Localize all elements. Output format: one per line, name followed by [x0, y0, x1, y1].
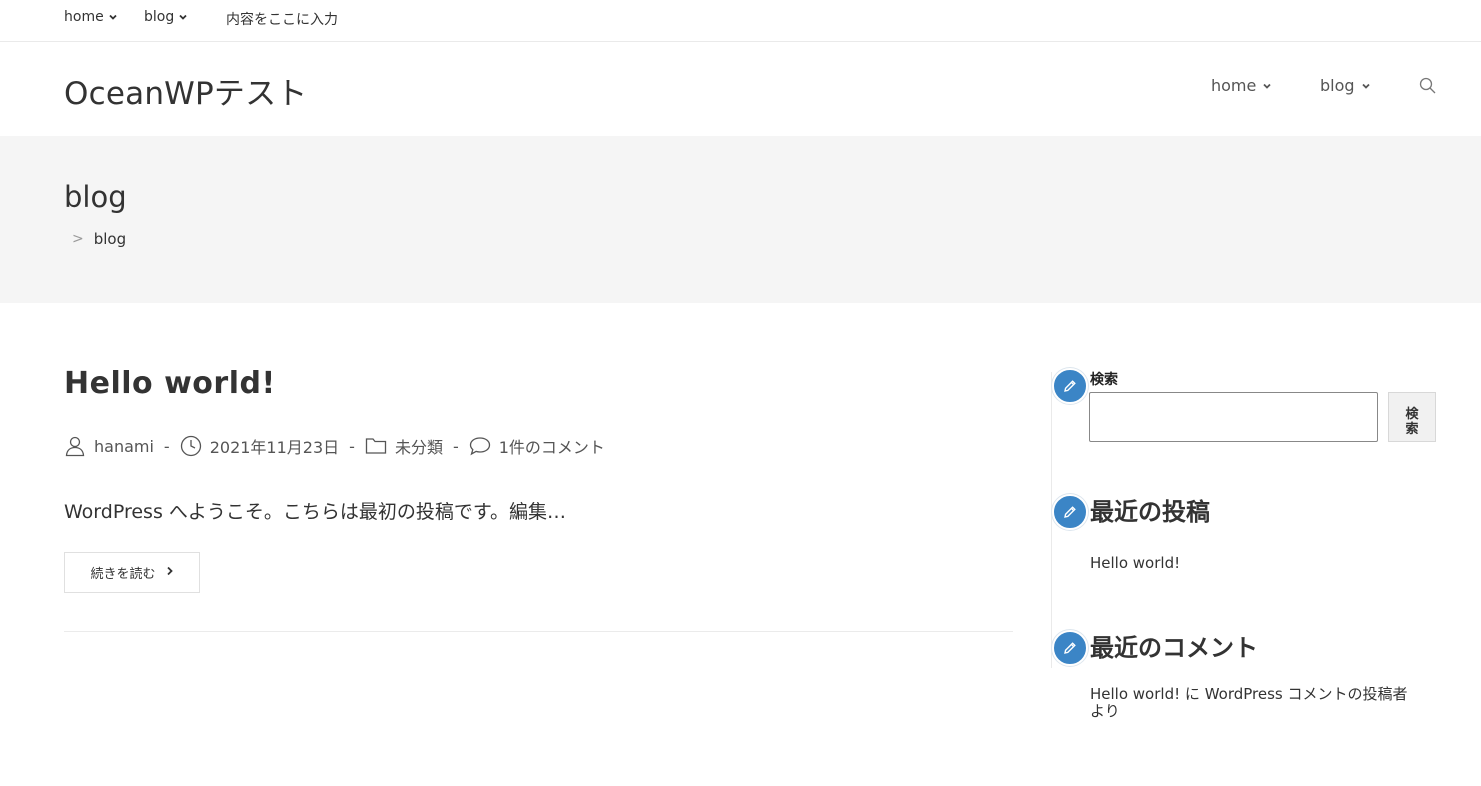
- recent-comment-suffix: より: [1090, 702, 1120, 720]
- meta-separator: -: [349, 436, 355, 456]
- comment-icon: [469, 436, 491, 456]
- page-header: blog > blog: [0, 136, 1481, 303]
- site-title[interactable]: OceanWPテスト: [64, 68, 308, 113]
- nav-item-blog[interactable]: blog: [1320, 76, 1371, 95]
- recent-comments-heading: 最近のコメント: [1090, 634, 1258, 662]
- pencil-icon: [1052, 630, 1088, 666]
- chevron-down-icon: [108, 12, 118, 22]
- recent-comment-post-link[interactable]: Hello world!: [1090, 685, 1180, 703]
- pencil-icon: [1052, 494, 1088, 530]
- breadcrumb-separator: >: [72, 231, 84, 247]
- chevron-down-icon: [1262, 81, 1272, 91]
- post-date-text: 2021年11月23日: [209, 438, 340, 457]
- search-input[interactable]: [1089, 392, 1378, 442]
- pencil-icon: [1052, 368, 1088, 404]
- nav-item-label: blog: [1320, 76, 1355, 95]
- topbar-item-blog[interactable]: blog: [144, 9, 188, 25]
- top-bar: home blog 内容をここに入力: [0, 0, 1481, 42]
- topbar-item-label: blog: [144, 9, 175, 25]
- breadcrumb: > blog: [72, 230, 126, 248]
- post-excerpt: WordPress へようこそ。こちらは最初の投稿です。編集…: [64, 501, 566, 523]
- search-button[interactable]: 検 索: [1388, 392, 1436, 442]
- nav-item-label: home: [1211, 76, 1257, 95]
- chevron-down-icon: [1361, 81, 1371, 91]
- search-button-label-line1: 検: [1405, 406, 1419, 422]
- nav-item-home[interactable]: home: [1211, 76, 1272, 95]
- post-divider: [64, 631, 1013, 632]
- post-title[interactable]: Hello world!: [64, 366, 276, 401]
- topbar-item-home[interactable]: home: [64, 9, 118, 25]
- recent-comment-item: Hello world! に WordPress コメントの投稿者 より: [1090, 686, 1442, 720]
- page-title: blog: [64, 180, 127, 214]
- post-category-text: 未分類: [394, 438, 443, 457]
- meta-separator: -: [452, 436, 459, 456]
- clock-icon: [180, 435, 202, 457]
- post-date: 2021年11月23日: [180, 434, 339, 458]
- topbar-item-label: 内容をここに入力: [226, 12, 338, 28]
- post-author-name: hanami: [94, 436, 154, 456]
- topbar-item-content[interactable]: 内容をここに入力: [226, 9, 338, 29]
- recent-post-link[interactable]: Hello world!: [1090, 554, 1180, 572]
- read-more-button[interactable]: 続きを読む: [64, 552, 200, 593]
- search-button-label-line2: 索: [1405, 421, 1419, 437]
- read-more-label: 続きを読む: [90, 567, 156, 582]
- post-comments[interactable]: 1件のコメント: [469, 434, 605, 458]
- recent-comment-connector: に: [1184, 685, 1200, 703]
- post-comments-text: 1件のコメント: [498, 438, 605, 457]
- topbar-item-label: home: [64, 9, 104, 25]
- recent-posts-heading: 最近の投稿: [1090, 498, 1210, 526]
- post-author[interactable]: hanami: [64, 435, 154, 457]
- post-meta: hanami - 2021年11月23日 - 未分類 - 1件のコメント: [64, 433, 605, 459]
- post-category[interactable]: 未分類: [365, 434, 443, 458]
- folder-icon: [365, 436, 387, 456]
- site-header: OceanWPテスト home blog: [0, 42, 1481, 136]
- breadcrumb-current: blog: [93, 230, 127, 248]
- search-widget-label: 検索: [1090, 372, 1118, 388]
- search-icon[interactable]: [1418, 76, 1438, 96]
- user-icon: [64, 435, 86, 457]
- recent-comment-author-link[interactable]: WordPress コメントの投稿者: [1205, 685, 1408, 703]
- sidebar-divider: [1051, 372, 1052, 668]
- chevron-right-icon: [166, 565, 174, 580]
- chevron-down-icon: [178, 12, 188, 22]
- meta-separator: -: [163, 436, 170, 456]
